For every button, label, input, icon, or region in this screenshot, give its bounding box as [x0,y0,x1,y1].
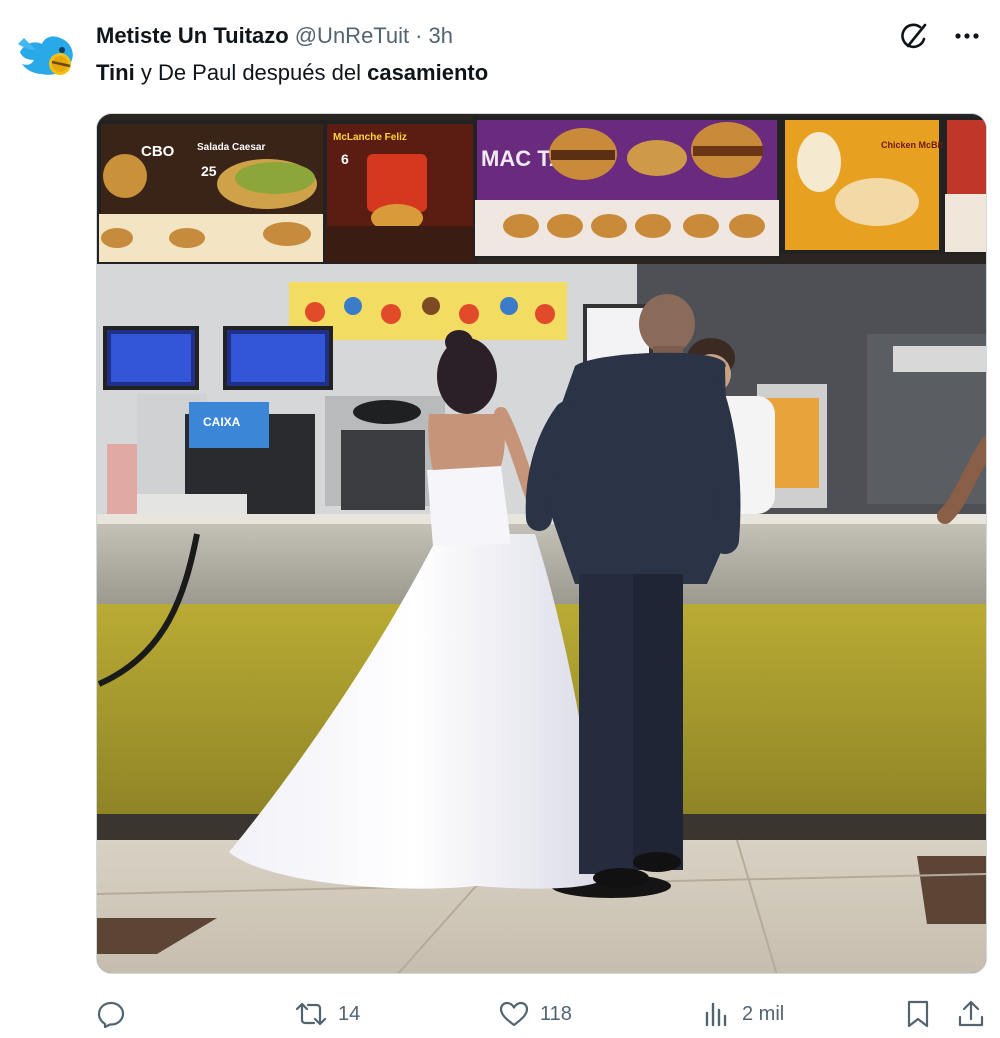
tweet-timestamp[interactable]: 3h [428,22,452,50]
bookmark-icon [907,1000,929,1028]
like-count: 118 [540,1002,572,1025]
menu-salad-label: Salada Caesar [197,142,265,153]
tweet-header: Metiste Un Tuitazo @UnReTuit · 3h [96,22,453,50]
views-count: 2 mil [742,1002,785,1025]
views-chart-icon [705,1002,727,1027]
heart-icon [499,1001,529,1027]
blue-bird-avatar-icon [18,36,73,75]
header-actions [898,20,982,52]
views-button[interactable]: 2 mil [702,996,784,1032]
tweet-action-bar: 14 118 2 mil [96,996,988,1032]
bookmark-button[interactable] [904,996,932,1032]
separator-dot: · [415,23,423,48]
menu-mclanche-price: 6 [341,151,349,167]
author-display-name[interactable]: Metiste Un Tuitazo [96,22,289,50]
tweet-photo[interactable]: CBO Salada Caesar 25 McLanche Feliz 6 MA… [96,113,987,974]
menu-cbo-label: CBO [141,143,175,160]
share-icon [958,1000,984,1027]
tweet-text-bold-1: Tini [96,60,135,85]
share-button[interactable] [956,996,986,1032]
menu-salad-price: 25 [201,163,217,179]
retweet-button[interactable]: 14 [294,996,360,1032]
tweet-text-bold-2: casamiento [367,60,489,85]
author-handle[interactable]: @UnReTuit [295,22,409,50]
reply-icon [97,1001,125,1029]
tweet-text-plain: y De Paul después del [134,60,368,85]
more-options-icon[interactable] [952,21,982,51]
retweet-count: 14 [338,1002,361,1025]
like-button[interactable]: 118 [498,996,572,1032]
menu-chicken-label: Chicken McBites [881,140,953,150]
tweet-text: Tini y De Paul después del casamiento [96,58,488,88]
reply-button[interactable] [96,996,136,1032]
caixa-label: CAIXA [203,415,241,429]
author-avatar[interactable] [14,30,78,84]
retweet-icon [295,1002,327,1026]
grok-icon[interactable] [898,20,930,52]
menu-mclanche-label: McLanche Feliz [333,132,407,143]
